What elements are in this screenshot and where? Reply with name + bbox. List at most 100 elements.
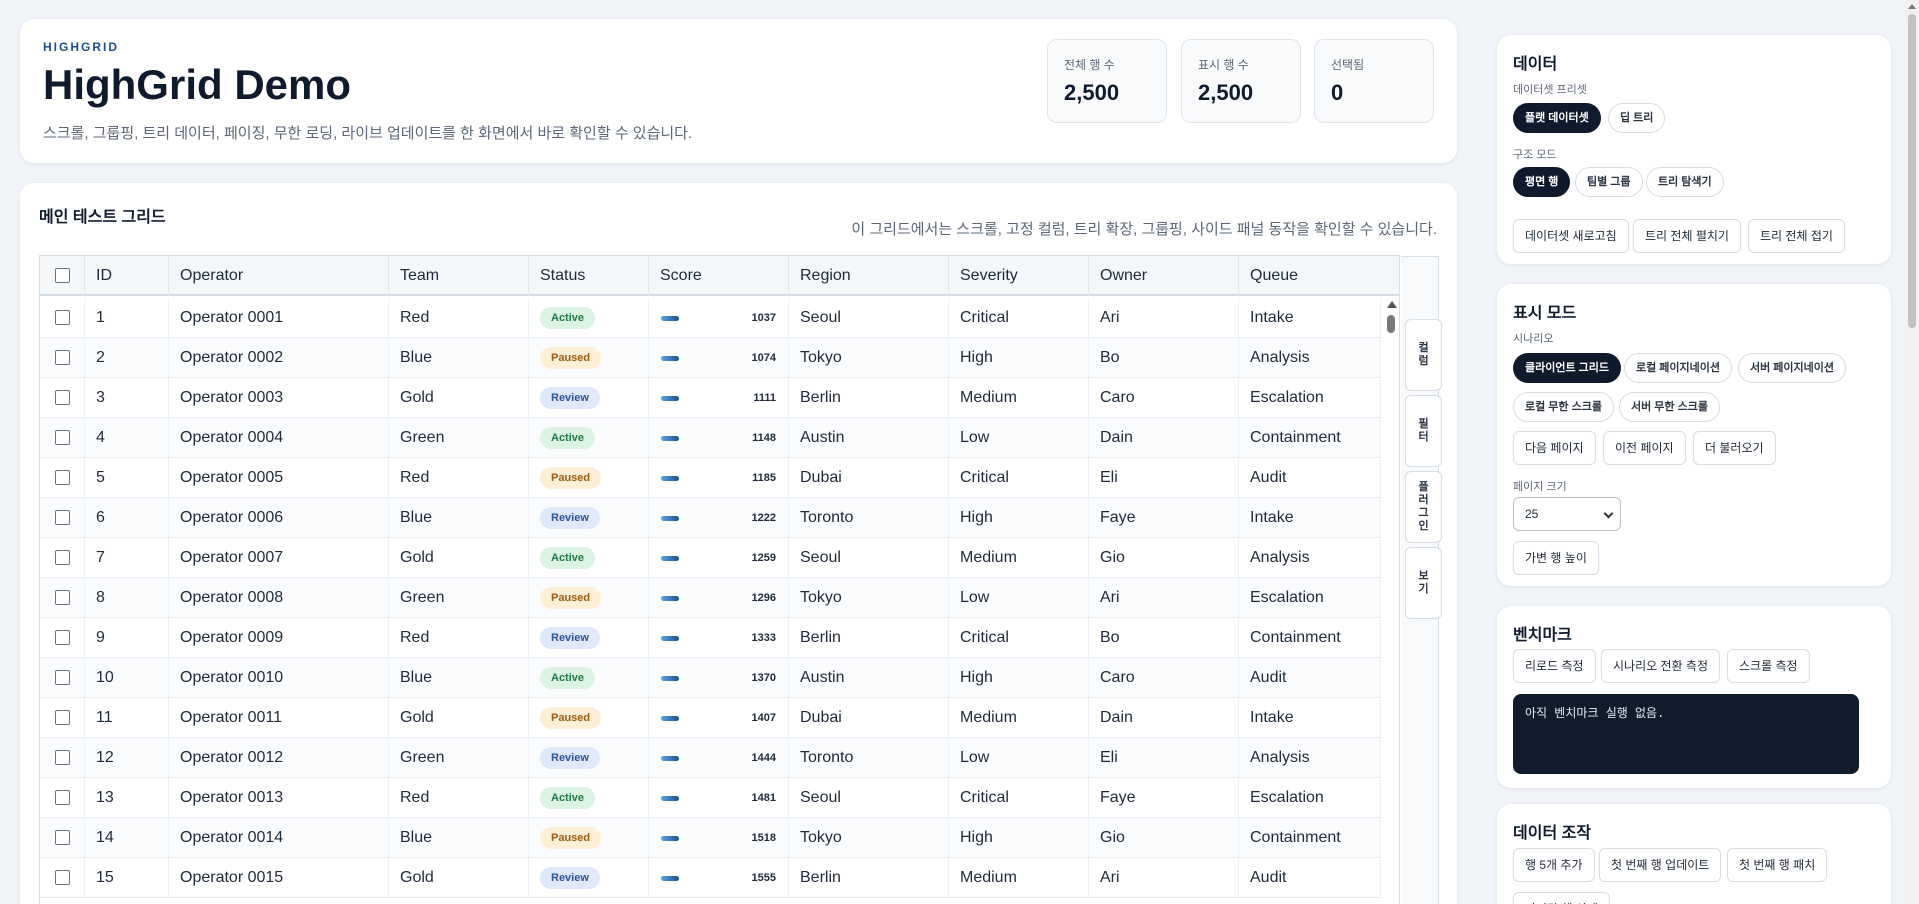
cell-select bbox=[40, 578, 85, 618]
row-checkbox[interactable] bbox=[55, 550, 70, 565]
table-row[interactable]: 9 Operator 0009 Red Review 1333 Berlin Critica… bbox=[40, 618, 1381, 658]
cell-id: 11 bbox=[85, 698, 169, 738]
patch-first-row-button[interactable]: 첫 번째 행 패치 bbox=[1727, 848, 1828, 882]
row-checkbox[interactable] bbox=[55, 390, 70, 405]
table-row[interactable]: 14 Operator 0014 Blue Paused 1518 Tokyo High Gi… bbox=[40, 818, 1381, 858]
column-header-id[interactable]: ID bbox=[85, 256, 169, 296]
side-tab-filters[interactable]: 필터 bbox=[1405, 395, 1442, 467]
load-more-button[interactable]: 더 불러오기 bbox=[1693, 431, 1776, 465]
column-header-score[interactable]: Score bbox=[649, 256, 789, 296]
table-row[interactable]: 4 Operator 0004 Green Active 1148 Austin Low Da… bbox=[40, 418, 1381, 458]
row-checkbox[interactable] bbox=[55, 870, 70, 885]
table-row[interactable]: 12 Operator 0012 Green Review 1444 Toronto Low… bbox=[40, 738, 1381, 778]
scenario-local-pagination-button[interactable]: 로컬 페이지네이션 bbox=[1624, 353, 1733, 383]
refresh-dataset-button[interactable]: 데이터셋 새로고침 bbox=[1513, 219, 1629, 253]
brand-eyebrow: HIGHGRID bbox=[43, 40, 119, 54]
cell-team: Red bbox=[389, 778, 529, 818]
preset-flat-button[interactable]: 플랫 데이터셋 bbox=[1513, 103, 1601, 133]
measure-reload-button[interactable]: 리로드 측정 bbox=[1513, 649, 1596, 683]
row-checkbox[interactable] bbox=[55, 510, 70, 525]
row-checkbox[interactable] bbox=[55, 790, 70, 805]
grid-scrollbar[interactable] bbox=[1382, 296, 1399, 904]
row-checkbox[interactable] bbox=[55, 310, 70, 325]
cell-select bbox=[40, 698, 85, 738]
side-tab-plugins[interactable]: 플러그인 bbox=[1405, 471, 1442, 543]
table-row[interactable]: 1 Operator 0001 Red Active 1037 Seoul Critical… bbox=[40, 298, 1381, 338]
score-bar bbox=[661, 516, 679, 521]
cell-status: Active bbox=[529, 658, 649, 698]
table-row[interactable]: 13 Operator 0013 Red Active 1481 Seoul Critica… bbox=[40, 778, 1381, 818]
cell-id: 5 bbox=[85, 458, 169, 498]
update-first-row-button[interactable]: 첫 번째 행 업데이트 bbox=[1599, 848, 1722, 882]
table-row[interactable]: 3 Operator 0003 Gold Review 1111 Berlin Medium… bbox=[40, 378, 1381, 418]
table-row[interactable]: 7 Operator 0007 Gold Active 1259 Seoul Medium G… bbox=[40, 538, 1381, 578]
expand-all-button[interactable]: 트리 전체 펼치기 bbox=[1633, 219, 1741, 253]
side-tab-columns[interactable]: 컬럼 bbox=[1405, 319, 1442, 391]
panel-display-mode: 표시 모드 시나리오 클라이언트 그리드 로컬 페이지네이션 서버 페이지네이션… bbox=[1497, 284, 1891, 586]
measure-scroll-button[interactable]: 스크롤 측정 bbox=[1727, 649, 1810, 683]
table-row[interactable]: 11 Operator 0011 Gold Paused 1407 Dubai Medium… bbox=[40, 698, 1381, 738]
column-header-status[interactable]: Status bbox=[529, 256, 649, 296]
cell-operator: Operator 0008 bbox=[169, 578, 389, 618]
scenario-server-infinite-button[interactable]: 서버 무한 스크롤 bbox=[1619, 392, 1720, 422]
scenario-client-grid-button[interactable]: 클라이언트 그리드 bbox=[1513, 353, 1622, 383]
row-checkbox[interactable] bbox=[55, 670, 70, 685]
structure-tree-explorer-button[interactable]: 트리 탐색기 bbox=[1646, 167, 1724, 197]
table-row[interactable]: 8 Operator 0008 Green Paused 1296 Tokyo Low Ari… bbox=[40, 578, 1381, 618]
score-value: 1444 bbox=[751, 752, 776, 764]
row-checkbox[interactable] bbox=[55, 630, 70, 645]
measure-scenario-switch-button[interactable]: 시나리오 전환 측정 bbox=[1601, 649, 1720, 683]
previous-page-button[interactable]: 이전 페이지 bbox=[1603, 431, 1686, 465]
cell-select bbox=[40, 858, 85, 898]
page-scrollbar[interactable] bbox=[1905, 0, 1919, 904]
row-checkbox[interactable] bbox=[55, 470, 70, 485]
column-header-owner[interactable]: Owner bbox=[1089, 256, 1239, 296]
scenario-server-pagination-button[interactable]: 서버 페이지네이션 bbox=[1738, 353, 1847, 383]
cell-operator: Operator 0014 bbox=[169, 818, 389, 858]
benchmark-output: 아직 벤치마크 실행 없음. bbox=[1513, 694, 1859, 774]
delete-last-row-button[interactable]: 마지막 행 삭제 bbox=[1513, 892, 1610, 904]
table-row[interactable]: 5 Operator 0005 Red Paused 1185 Dubai Critical… bbox=[40, 458, 1381, 498]
page-size-select[interactable]: 25 bbox=[1513, 497, 1621, 531]
row-checkbox[interactable] bbox=[55, 430, 70, 445]
structure-flat-button[interactable]: 평면 행 bbox=[1513, 167, 1571, 197]
column-header-queue[interactable]: Queue bbox=[1239, 256, 1399, 296]
row-checkbox[interactable] bbox=[55, 750, 70, 765]
table-row[interactable]: 6 Operator 0006 Blue Review 1222 Toronto High F… bbox=[40, 498, 1381, 538]
cell-select bbox=[40, 618, 85, 658]
next-page-button[interactable]: 다음 페이지 bbox=[1513, 431, 1596, 465]
column-header-severity[interactable]: Severity bbox=[949, 256, 1089, 296]
column-header-operator[interactable]: Operator bbox=[169, 256, 389, 296]
column-header-region[interactable]: Region bbox=[789, 256, 949, 296]
scroll-up-arrow-icon[interactable] bbox=[1387, 301, 1397, 308]
row-checkbox[interactable] bbox=[55, 350, 70, 365]
side-tab-label: 컬럼 bbox=[1418, 342, 1429, 367]
cell-select bbox=[40, 818, 85, 858]
cell-id: 12 bbox=[85, 738, 169, 778]
row-checkbox[interactable] bbox=[55, 710, 70, 725]
preset-deep-tree-button[interactable]: 딥 트리 bbox=[1608, 103, 1666, 133]
structure-team-group-button[interactable]: 팀별 그룹 bbox=[1575, 167, 1643, 197]
table-row[interactable]: 10 Operator 0010 Blue Active 1370 Austin High C… bbox=[40, 658, 1381, 698]
table-row[interactable]: 15 Operator 0015 Gold Review 1555 Berlin Mediu… bbox=[40, 858, 1381, 898]
page-scroll-thumb[interactable] bbox=[1908, 14, 1916, 328]
add-five-rows-button[interactable]: 행 5개 추가 bbox=[1513, 848, 1595, 882]
scroll-thumb[interactable] bbox=[1387, 315, 1395, 333]
select-all-checkbox[interactable] bbox=[55, 268, 70, 283]
row-checkbox[interactable] bbox=[55, 590, 70, 605]
side-tab-view[interactable]: 보기 bbox=[1405, 547, 1442, 619]
variable-row-height-button[interactable]: 가변 행 높이 bbox=[1513, 541, 1599, 575]
cell-severity: Low bbox=[949, 738, 1089, 778]
column-header-team[interactable]: Team bbox=[389, 256, 529, 296]
row-checkbox[interactable] bbox=[55, 830, 70, 845]
cell-queue: Intake bbox=[1239, 298, 1381, 338]
collapse-all-button[interactable]: 트리 전체 접기 bbox=[1748, 219, 1845, 253]
cell-score: 1148 bbox=[649, 418, 789, 458]
cell-score: 1111 bbox=[649, 378, 789, 418]
table-row[interactable]: 2 Operator 0002 Blue Paused 1074 Tokyo High Bo A… bbox=[40, 338, 1381, 378]
cell-team: Gold bbox=[389, 378, 529, 418]
scenario-local-infinite-button[interactable]: 로컬 무한 스크롤 bbox=[1513, 392, 1614, 422]
scroll-up-arrow-icon[interactable] bbox=[1908, 4, 1916, 9]
status-badge: Review bbox=[540, 506, 600, 529]
cell-score: 1481 bbox=[649, 778, 789, 818]
